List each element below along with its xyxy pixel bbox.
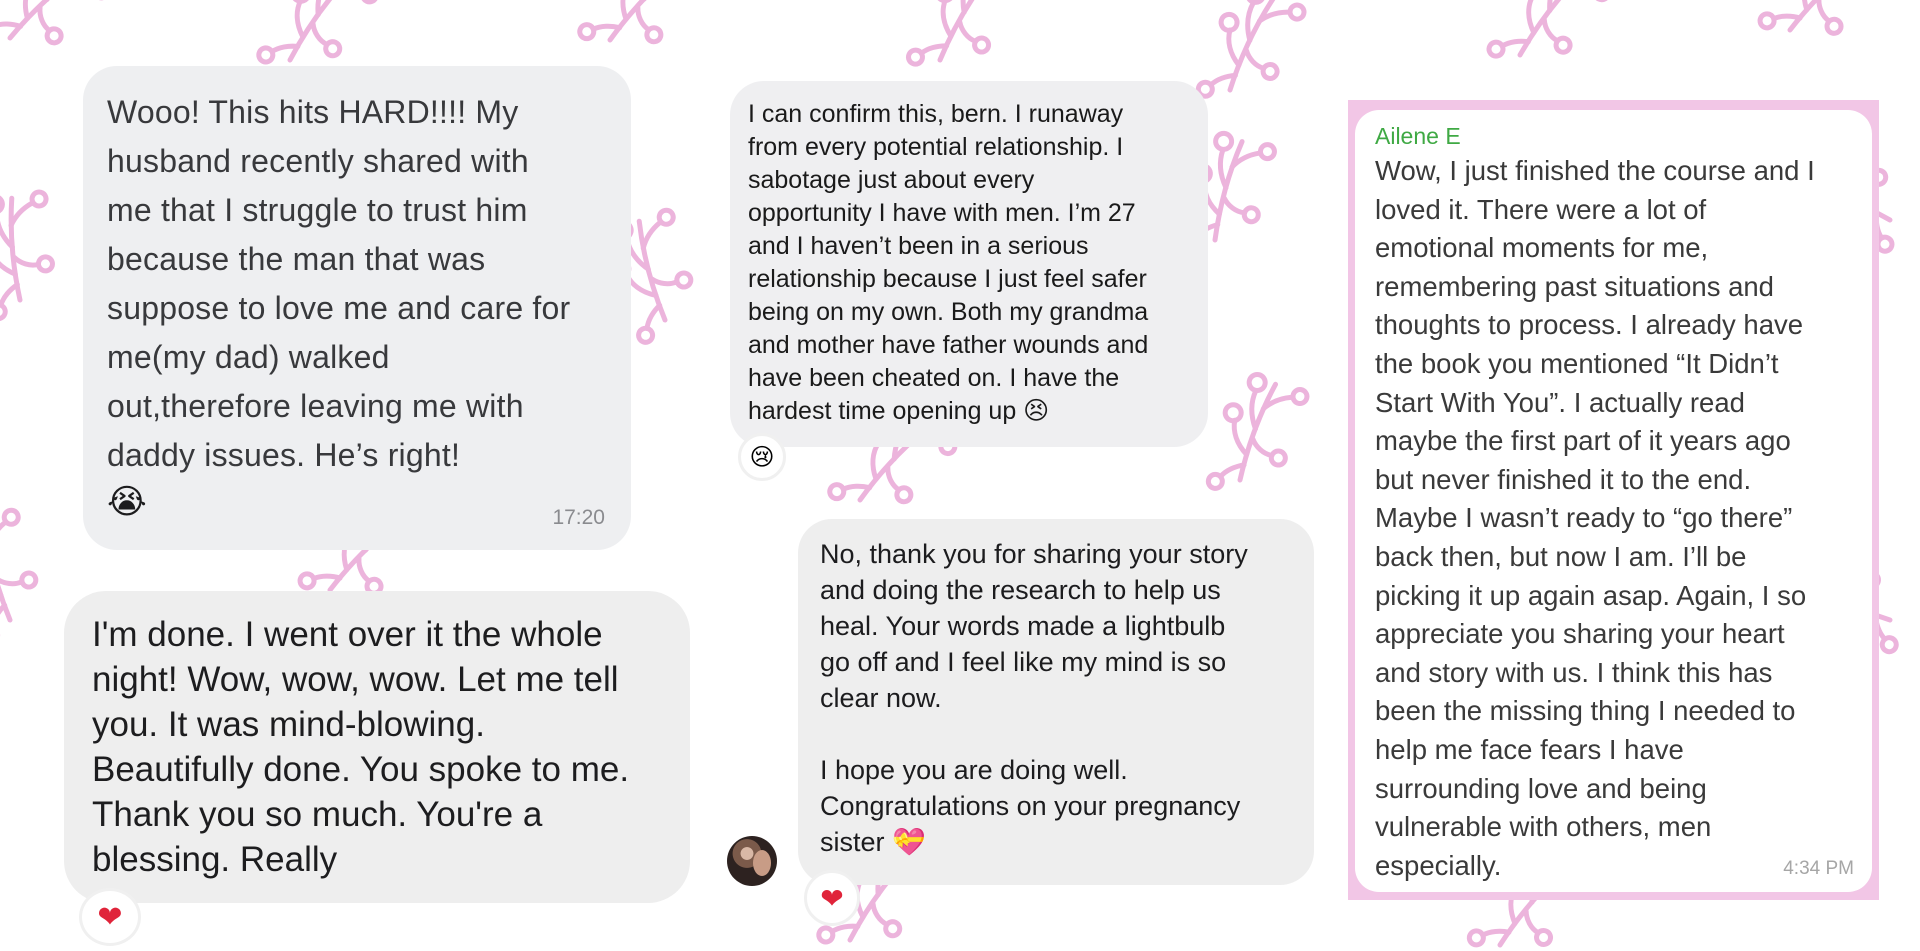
message-bubble-4[interactable]: No, thank you for sharing your story and…: [798, 519, 1314, 885]
avatar[interactable]: [727, 836, 777, 886]
message-bubble-2[interactable]: I'm done. I went over it the whole night…: [64, 591, 690, 903]
message-bubble-1[interactable]: Wooo! This hits HARD!!!! My husband rece…: [83, 66, 631, 550]
message-text: No, thank you for sharing your story and…: [820, 539, 1248, 857]
sender-name: Ailene E: [1375, 123, 1461, 149]
message-text: Wooo! This hits HARD!!!! My husband rece…: [107, 94, 571, 473]
message-text: I can confirm this, bern. I runaway from…: [748, 100, 1149, 425]
message-text: I'm done. I went over it the whole night…: [92, 615, 630, 879]
message-timestamp: 4:34 PM: [1783, 858, 1854, 879]
message-bubble-5[interactable]: Ailene E Wow, I just finished the course…: [1355, 110, 1872, 892]
heart-reaction-icon[interactable]: ❤: [79, 888, 141, 946]
message-bubble-3[interactable]: I can confirm this, bern. I runaway from…: [730, 81, 1208, 447]
crying-face-reaction-icon[interactable]: 😢: [738, 433, 786, 481]
crying-face-icon: 😭: [107, 483, 147, 521]
message-timestamp: 17:20: [552, 506, 605, 529]
heart-reaction-icon[interactable]: ❤: [804, 870, 860, 926]
message-text: Wow, I just finished the course and I lo…: [1375, 155, 1815, 881]
